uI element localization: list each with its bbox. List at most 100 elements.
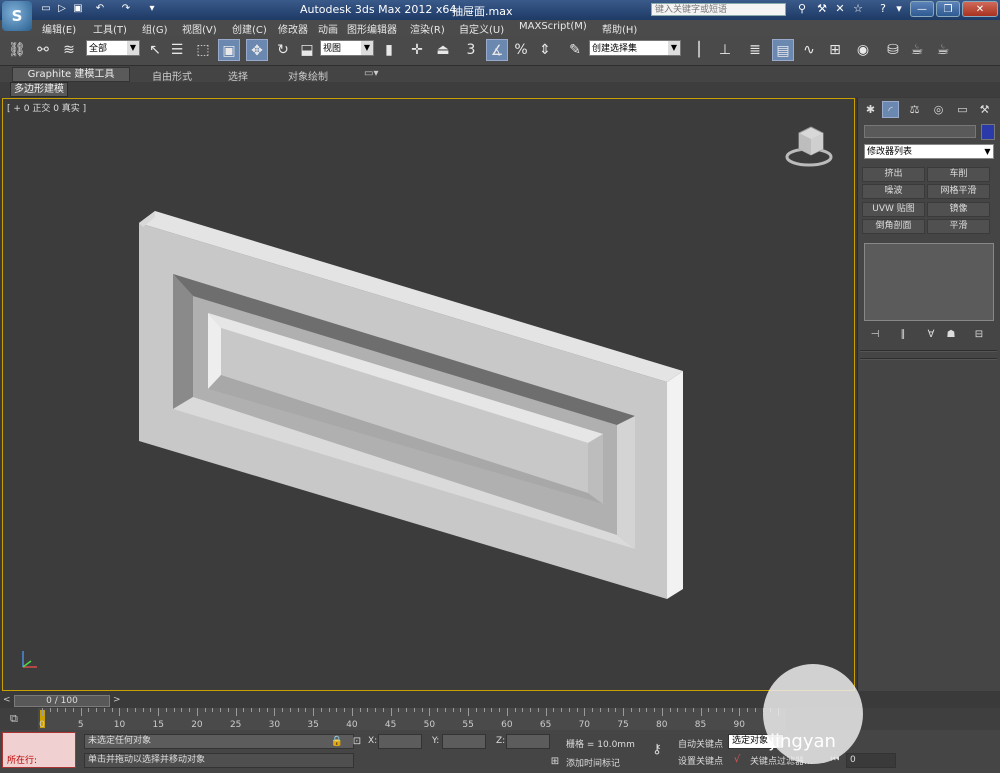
mirror-button[interactable]: 镜像 [927,202,990,217]
ribbon-options-icon[interactable]: ▭▾ [364,68,378,79]
save-file-icon[interactable]: ▣ [72,3,84,15]
smooth-button[interactable]: 平滑 [927,219,990,234]
menu-maxscript[interactable]: MAXScript(M) [519,21,587,32]
remove-modifier-icon[interactable]: ☗ [942,328,960,342]
mini-curve-editor-icon[interactable]: ⧉ [10,712,18,726]
graphite-toggle-icon[interactable]: ▤ [772,39,794,61]
menu-views[interactable]: 视图(V) [182,21,217,36]
noise-button[interactable]: 噪波 [862,184,925,199]
align-icon[interactable]: ⊥ [714,39,736,61]
track-bar-ruler[interactable]: 0 5 10 15 20 25 30 35 40 45 50 55 60 65 70 75 80 85 90 [38,708,786,730]
menu-modifiers[interactable]: 修改器 [278,21,308,36]
viewcube-icon[interactable] [783,121,837,169]
window-crossing-icon[interactable]: ▣ [218,39,240,61]
new-file-icon[interactable]: ▭ [40,3,52,15]
tab-polygon-modeling[interactable]: 多边形建模 [10,82,68,97]
tab-graphite-modeling[interactable]: Graphite 建模工具 [12,67,130,82]
select-object-icon[interactable]: ↖ [144,39,166,61]
menu-group[interactable]: 组(G) [142,21,168,36]
favorites-star-icon[interactable]: ☆ [851,2,865,16]
schematic-view-icon[interactable]: ⊞ [824,39,846,61]
menu-rendering[interactable]: 渲染(R) [410,21,445,36]
create-tab-icon[interactable]: ✱ [862,101,879,118]
lathe-button[interactable]: 车削 [927,167,990,182]
modify-tab-icon[interactable]: ◜ [882,101,899,118]
configure-modifier-sets-icon[interactable]: ⊟ [970,328,988,342]
time-slider-prev-button[interactable]: < [3,695,11,705]
display-tab-icon[interactable]: ▭ [954,101,971,118]
rendered-frame-window-icon[interactable]: ☕ [906,39,928,61]
make-unique-icon[interactable]: ∀ [922,328,940,342]
menu-graph-editors[interactable]: 图形编辑器 [347,21,397,36]
quick-access-dropdown-icon[interactable]: ▾ [146,3,158,15]
select-and-scale-icon[interactable]: ⬓ [296,39,318,61]
subscription-icon[interactable]: ⚒ [815,2,829,16]
extrude-button[interactable]: 挤出 [862,167,925,182]
utilities-tab-icon[interactable]: ⚒ [976,101,993,118]
y-coordinate-field[interactable] [442,734,486,749]
show-end-result-icon[interactable]: ∥ [894,328,912,342]
edit-named-selection-icon[interactable]: ✎ [564,39,586,61]
modifier-list-dropdown[interactable]: 修改器列表 ▼ [864,144,994,159]
help-icon[interactable]: ? [876,2,890,16]
add-time-tag-button[interactable]: 添加时间标记 [566,756,620,769]
tab-object-paint[interactable]: 对象绘制 [288,68,328,83]
set-key-icon[interactable]: ⚷ [648,742,666,757]
time-slider-thumb[interactable]: 0 / 100 [14,695,110,707]
menu-edit[interactable]: 编辑(E) [42,21,76,36]
app-logo-button[interactable]: S [2,1,32,31]
tab-selection[interactable]: 选择 [228,68,248,83]
maxscript-listener[interactable]: 所在行: [2,732,76,768]
unlink-icon[interactable]: ⚯ [32,39,54,61]
object-name-field[interactable] [864,125,976,138]
binoculars-icon[interactable]: ⚲ [795,2,809,16]
render-setup-icon[interactable]: ⛁ [882,39,904,61]
selection-lock-icon[interactable]: 🔒 [328,734,346,749]
undo-icon[interactable]: ↶ [94,3,106,15]
named-selection-dropdown[interactable]: 创建选择集 ▼ [589,40,681,56]
angle-snap-icon[interactable]: ∡ [486,39,508,61]
bevel-profile-button[interactable]: 倒角剖面 [862,219,925,234]
meshsmooth-button[interactable]: 网格平滑 [927,184,990,199]
select-and-move-icon[interactable]: ✥ [246,39,268,61]
curve-editor-icon[interactable]: ∿ [798,39,820,61]
open-file-icon[interactable]: ▷ [56,3,68,15]
time-slider-next-button[interactable]: > [113,695,121,705]
select-and-link-icon[interactable]: ⛓ [6,39,28,61]
search-input[interactable]: 键入关键字或短语 [651,3,786,16]
menu-animation[interactable]: 动画 [318,21,338,36]
close-button[interactable]: ✕ [962,1,998,17]
pin-stack-icon[interactable]: ⊣ [866,328,884,342]
key-filter-icon[interactable]: √ [728,752,746,767]
tab-freeform[interactable]: 自由形式 [152,68,192,83]
selection-filter-dropdown[interactable]: 全部 ▼ [86,40,140,56]
select-and-rotate-icon[interactable]: ↻ [272,39,294,61]
select-by-name-icon[interactable]: ☰ [166,39,188,61]
drawer-front-model[interactable] [3,99,854,690]
rectangular-selection-icon[interactable]: ⬚ [192,39,214,61]
time-tag-icon[interactable]: ⊞ [546,754,564,769]
motion-tab-icon[interactable]: ◎ [930,101,947,118]
help-dropdown-icon[interactable]: ▾ [892,2,906,16]
z-coordinate-field[interactable] [506,734,550,749]
bind-space-warp-icon[interactable]: ≋ [58,39,80,61]
communication-icon[interactable]: ✕ [833,2,847,16]
object-color-swatch[interactable] [981,124,995,140]
snaps-toggle-icon[interactable]: 3 [460,39,482,61]
reference-coordinate-dropdown[interactable]: 视图 ▼ [320,40,374,56]
set-key-button[interactable]: 设置关键点 [678,754,723,767]
mirror-icon[interactable]: ⎮ [688,39,710,61]
menu-tools[interactable]: 工具(T) [93,21,127,36]
layer-manager-icon[interactable]: ≣ [744,39,766,61]
maximize-button[interactable]: ❐ [936,1,960,17]
material-editor-icon[interactable]: ◉ [852,39,874,61]
modifier-stack[interactable] [864,243,994,321]
keyboard-shortcut-override-icon[interactable]: ⏏ [432,39,454,61]
minimize-button[interactable]: — [910,1,934,17]
perspective-viewport[interactable]: [ + 0 正交 0 真实 ] [2,98,855,691]
render-production-icon[interactable]: ☕ [932,39,954,61]
menu-create[interactable]: 创建(C) [232,21,267,36]
pivot-center-icon[interactable]: ▮ [378,39,400,61]
menu-customize[interactable]: 自定义(U) [459,21,504,36]
x-coordinate-field[interactable] [378,734,422,749]
